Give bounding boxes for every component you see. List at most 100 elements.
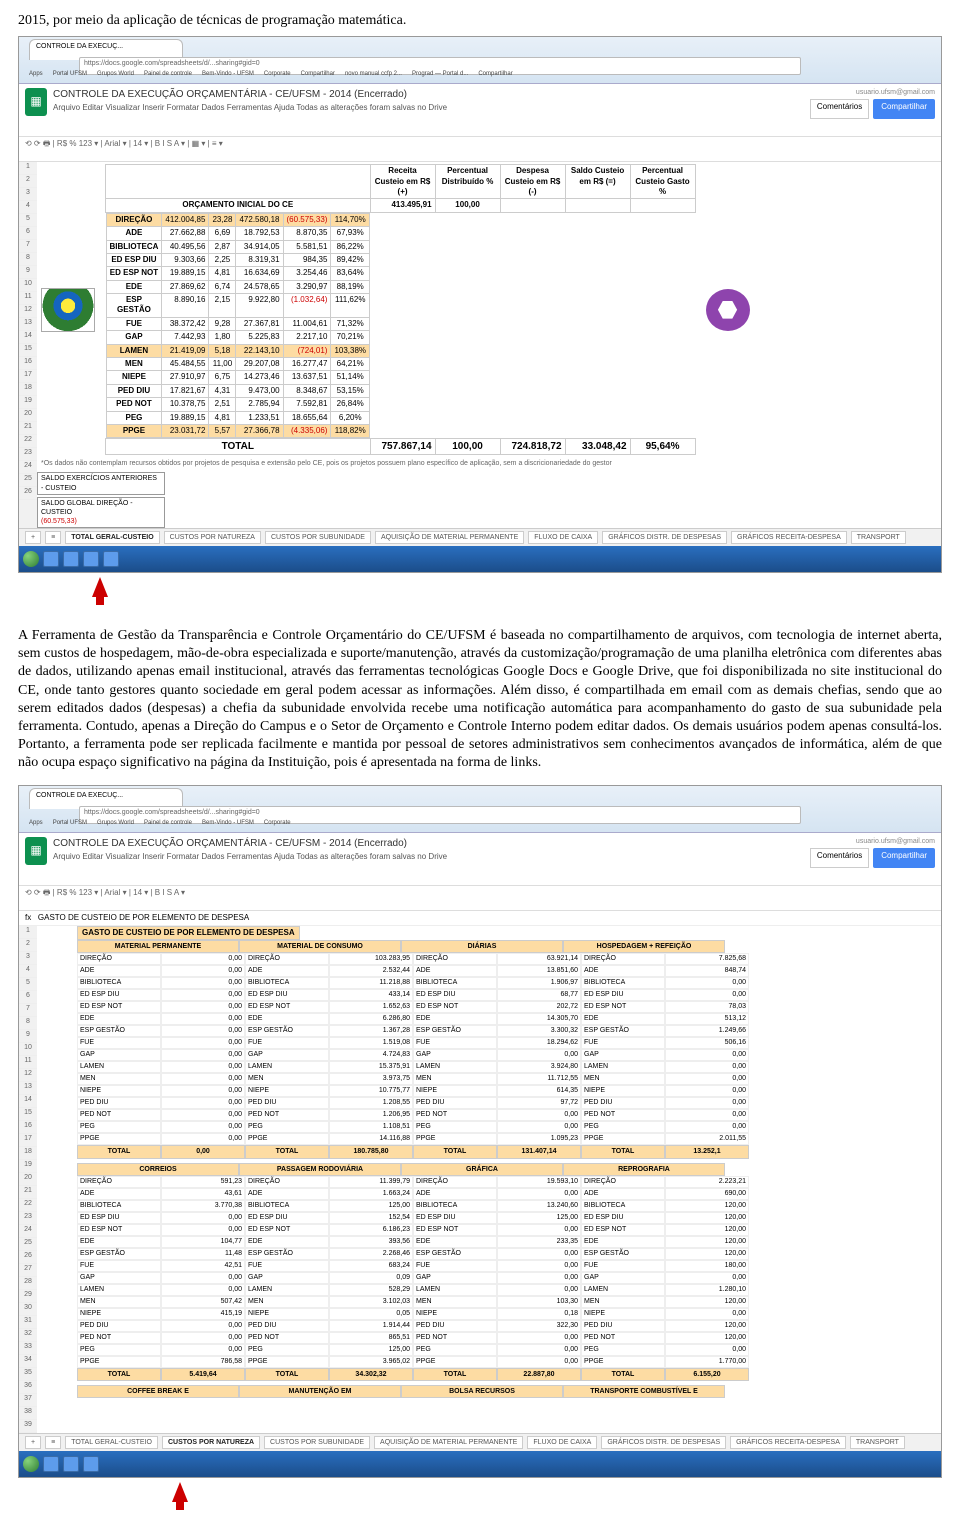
cell-value[interactable]: 11.218,88 (329, 977, 413, 989)
cell-label[interactable]: ED ESP NOT (413, 1001, 497, 1013)
cell[interactable]: FUE (106, 317, 162, 330)
cell[interactable]: 6,75 (209, 371, 236, 384)
cell[interactable]: PED NOT (106, 398, 162, 411)
cell[interactable]: 5,18 (209, 344, 236, 357)
bookmark[interactable]: Apps (29, 820, 43, 830)
cell[interactable]: ED ESP NOT (106, 267, 162, 280)
cell-value[interactable]: 528,29 (329, 1284, 413, 1296)
cell[interactable]: 16.277,47 (283, 358, 331, 371)
cell[interactable]: 5.581,51 (283, 240, 331, 253)
cell-label[interactable]: PPGE (245, 1133, 329, 1145)
cell-value[interactable]: 3.924,80 (497, 1061, 581, 1073)
table-row[interactable]: ED ESP DIU0,00ED ESP DIU433,14ED ESP DIU… (77, 989, 941, 1001)
cell-label[interactable]: GAP (581, 1272, 665, 1284)
cell-label[interactable]: ED ESP DIU (77, 1212, 161, 1224)
cell-value[interactable]: 120,00 (665, 1248, 749, 1260)
cell[interactable]: 2,51 (209, 398, 236, 411)
cell-value[interactable]: 6.286,80 (329, 1013, 413, 1025)
cell-value[interactable]: 3.973,75 (329, 1073, 413, 1085)
comments-button[interactable]: Comentários (810, 848, 869, 868)
cell-label[interactable]: PED DIU (581, 1320, 665, 1332)
cell-value[interactable]: 614,35 (497, 1085, 581, 1097)
cell-label[interactable]: PPGE (245, 1356, 329, 1368)
cell[interactable]: 13.637,51 (283, 371, 331, 384)
cell-value[interactable]: 63.921,14 (497, 953, 581, 965)
cell-label[interactable]: FUE (245, 1260, 329, 1272)
cell-label[interactable]: FUE (77, 1037, 161, 1049)
start-orb-icon[interactable] (23, 1456, 39, 1472)
cell-value[interactable]: 7.825,68 (665, 953, 749, 965)
cell-value[interactable]: 0,00 (497, 1248, 581, 1260)
cell-value[interactable]: 0,00 (161, 1344, 245, 1356)
cell-value[interactable]: 0,00 (161, 1097, 245, 1109)
cell-value[interactable]: 0,00 (497, 1332, 581, 1344)
cell[interactable]: 10.378,75 (162, 398, 209, 411)
task-icon[interactable] (63, 551, 79, 567)
cell-label[interactable]: GAP (245, 1272, 329, 1284)
bookmark[interactable]: Painel de controle (144, 820, 192, 830)
cell-label[interactable]: ADE (581, 1188, 665, 1200)
table-row[interactable]: ADE43,61ADE1.663,24ADE0,00ADE690,00 (77, 1188, 941, 1200)
cell[interactable]: (60.575,33) (283, 213, 331, 226)
cell-label[interactable]: EDE (413, 1236, 497, 1248)
cell-label[interactable]: BIBLIOTECA (77, 1200, 161, 1212)
cell-label[interactable]: PED NOT (413, 1332, 497, 1344)
cell-label[interactable]: FUE (413, 1037, 497, 1049)
cell[interactable]: 53,15% (331, 384, 370, 397)
cell[interactable]: 38.372,42 (162, 317, 209, 330)
cell-label[interactable]: PEG (77, 1344, 161, 1356)
cell-label[interactable]: PEG (581, 1121, 665, 1133)
cell[interactable]: 8.870,35 (283, 227, 331, 240)
cell[interactable]: 413.495,91 (370, 199, 435, 212)
cell-value[interactable]: 15.375,91 (329, 1061, 413, 1073)
cell-value[interactable]: 0,00 (665, 1085, 749, 1097)
cell-value[interactable]: 0,00 (161, 1224, 245, 1236)
cell-label[interactable]: ED ESP DIU (413, 989, 497, 1001)
table-row[interactable]: PEG0,00PEG125,00PEG0,00PEG0,00 (77, 1344, 941, 1356)
bookmark[interactable]: Bem-Vindo - UFSM (202, 71, 254, 81)
cell-label[interactable]: PEG (581, 1344, 665, 1356)
table-row[interactable]: BIBLIOTECA0,00BIBLIOTECA11.218,88BIBLIOT… (77, 977, 941, 989)
tab-permanente[interactable]: AQUISIÇÃO DE MATERIAL PERMANENTE (375, 531, 524, 544)
cell[interactable]: 9,28 (209, 317, 236, 330)
cell-label[interactable]: MEN (245, 1296, 329, 1308)
cell[interactable]: (4.335,06) (283, 425, 331, 438)
cell-label[interactable]: MEN (245, 1073, 329, 1085)
cell-value[interactable]: 4.724,83 (329, 1049, 413, 1061)
menu-bar[interactable]: Arquivo Editar Visualizar Inserir Format… (53, 852, 804, 862)
cell-value[interactable]: 0,00 (161, 1001, 245, 1013)
cell-value[interactable]: 3.770,38 (161, 1200, 245, 1212)
cell[interactable]: 114,70% (331, 213, 370, 226)
cell-value[interactable]: 690,00 (665, 1188, 749, 1200)
cell-value[interactable]: 0,00 (161, 953, 245, 965)
cell[interactable]: 83,64% (331, 267, 370, 280)
cell-label[interactable]: ESP GESTÃO (77, 1248, 161, 1260)
table-row[interactable]: GAP7.442,931,805.225,832.217,1070,21% (106, 331, 370, 344)
cell-value[interactable]: 0,00 (161, 1085, 245, 1097)
cell[interactable]: 6,20% (331, 411, 370, 424)
table-row[interactable]: LAMEN0,00LAMEN528,29LAMEN0,00LAMEN1.280,… (77, 1284, 941, 1296)
cell-label[interactable]: GAP (77, 1049, 161, 1061)
cell[interactable]: PEG (106, 411, 162, 424)
cell[interactable]: 9.303,66 (162, 253, 209, 266)
share-button[interactable]: Compartilhar (873, 99, 935, 119)
tab-total[interactable]: TOTAL GERAL-CUSTEIO (65, 1436, 158, 1449)
cell-value[interactable]: 0,00 (497, 1224, 581, 1236)
cell[interactable]: 23.031,72 (162, 425, 209, 438)
cell-value[interactable]: 202,72 (497, 1001, 581, 1013)
cell-label[interactable]: FUE (413, 1260, 497, 1272)
cell[interactable]: 2,87 (209, 240, 236, 253)
cell[interactable]: 86,22% (331, 240, 370, 253)
cell-label[interactable]: ED ESP NOT (413, 1224, 497, 1236)
table-row[interactable]: FUE38.372,429,2827.367,8111.004,6171,32% (106, 317, 370, 330)
table-row[interactable]: LAMEN0,00LAMEN15.375,91LAMEN3.924,80LAME… (77, 1061, 941, 1073)
cell-value[interactable]: 0,00 (161, 977, 245, 989)
table-row[interactable]: PED NOT0,00PED NOT1.206,95PED NOT0,00PED… (77, 1109, 941, 1121)
cell-value[interactable]: 0,00 (665, 1061, 749, 1073)
cell-value[interactable]: 0,00 (497, 1121, 581, 1133)
cell-label[interactable]: ESP GESTÃO (245, 1248, 329, 1260)
cell-value[interactable]: 0,00 (497, 1109, 581, 1121)
cell-label[interactable]: EDE (77, 1013, 161, 1025)
cell[interactable]: 45.484,55 (162, 358, 209, 371)
cell-value[interactable]: 19.593,10 (497, 1176, 581, 1188)
